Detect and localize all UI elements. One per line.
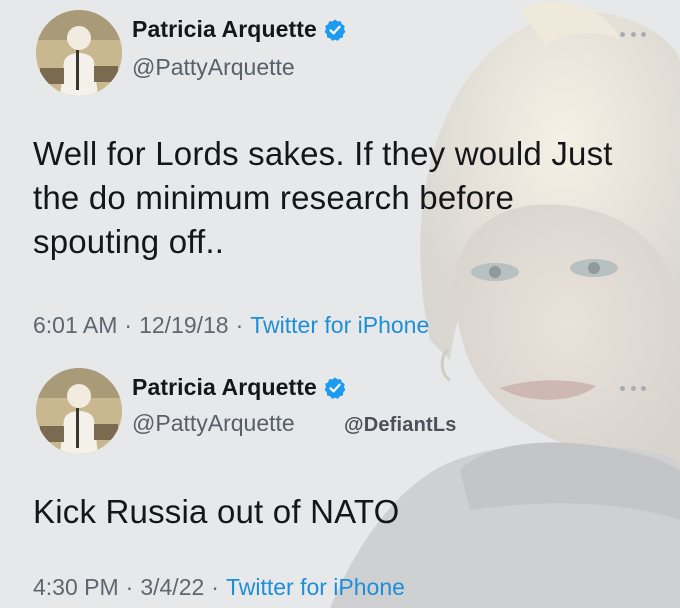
avatar[interactable] [36, 368, 122, 454]
watermark-handle: @DefiantLs [344, 414, 457, 436]
author-handle[interactable]: @PattyArquette [132, 54, 295, 81]
tweet-date[interactable]: 3/4/22 [140, 574, 204, 601]
tweet-meta: 4:30 PM · 3/4/22 · Twitter for iPhone [33, 574, 405, 601]
verified-badge-icon [323, 18, 347, 42]
tweet-card-2: Patricia Arquette @PattyArquette @Defian… [0, 352, 680, 608]
separator-dot: · [235, 312, 244, 338]
tweet-source-link[interactable]: Twitter for iPhone [226, 574, 405, 601]
separator-dot: · [125, 574, 134, 600]
avatar[interactable] [36, 10, 122, 96]
author-name-row: Patricia Arquette [132, 16, 347, 43]
tweet-time[interactable]: 4:30 PM [33, 574, 119, 601]
tweet-card-1: Patricia Arquette @PattyArquette Well fo… [0, 0, 680, 352]
author-handle[interactable]: @PattyArquette [132, 410, 295, 437]
verified-badge-icon [323, 376, 347, 400]
tweet-text: Kick Russia out of NATO [33, 493, 400, 530]
more-options-icon[interactable] [620, 30, 646, 38]
display-name[interactable]: Patricia Arquette [132, 374, 317, 401]
author-name-row: Patricia Arquette [132, 374, 347, 401]
display-name[interactable]: Patricia Arquette [132, 16, 317, 43]
tweet-date[interactable]: 12/19/18 [139, 312, 229, 339]
tweet-source-link[interactable]: Twitter for iPhone [250, 312, 429, 339]
tweet-time[interactable]: 6:01 AM [33, 312, 117, 339]
separator-dot: · [211, 574, 219, 600]
tweet-meta: 6:01 AM · 12/19/18 · Twitter for iPhone [33, 312, 429, 339]
tweet-text: Well for Lords sakes. If they would Just… [33, 135, 613, 260]
more-options-icon[interactable] [620, 384, 646, 392]
separator-dot: · [124, 312, 133, 338]
